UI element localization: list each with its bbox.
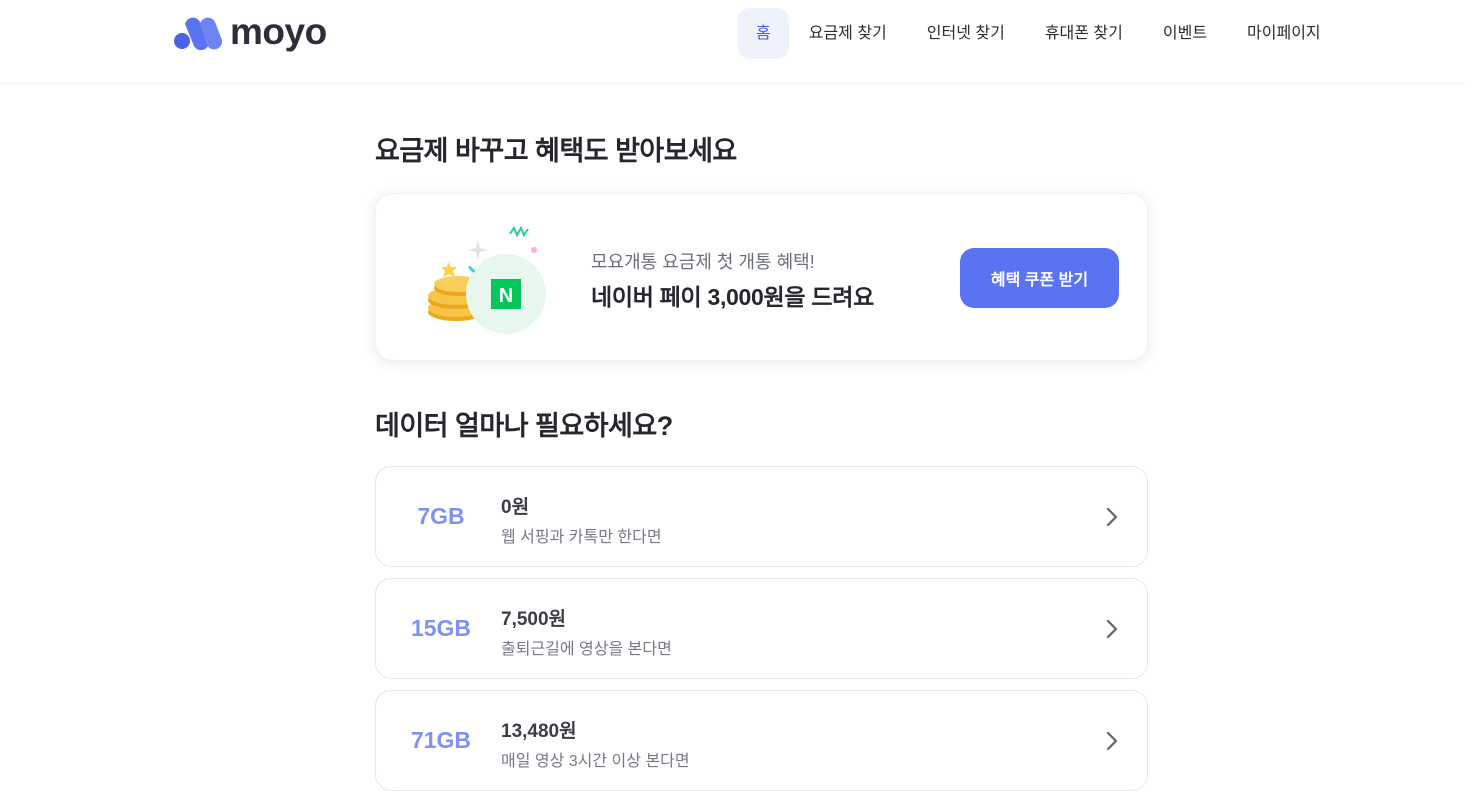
promo-card: N 모요개통 요금제 첫 개통 혜택! 네이버 페이 3,000원을 드려요 혜… <box>375 193 1148 361</box>
naver-badge-letter: N <box>499 285 513 307</box>
plan-description: 매일 영상 3시간 이상 본다면 <box>501 753 690 770</box>
plan-description: 웹 서핑과 카톡만 한다면 <box>501 529 662 546</box>
chevron-right-icon <box>1106 507 1118 527</box>
top-header: moyo 홈 요금제 찾기 인터넷 찾기 휴대폰 찾기 이벤트 마이페이지 <box>0 0 1465 84</box>
plan-data-amount: 15GB <box>410 615 472 641</box>
plan-card-15gb[interactable]: 15GB 7,500원 출퇴근길에 영상을 본다면 <box>375 578 1148 679</box>
chevron-right-icon <box>1106 619 1118 639</box>
nav-mypage[interactable]: 마이페이지 <box>1227 8 1341 59</box>
plan-price: 0원 <box>501 497 530 518</box>
promo-section-title: 요금제 바꾸고 혜택도 받아보세요 <box>375 136 737 166</box>
data-section-title: 데이터 얼마나 필요하세요? <box>375 411 673 441</box>
nav-find-internet[interactable]: 인터넷 찾기 <box>907 8 1025 59</box>
plan-data-amount: 7GB <box>417 503 465 529</box>
get-coupon-button[interactable]: 혜택 쿠폰 받기 <box>960 248 1119 308</box>
promo-headline: 네이버 페이 3,000원을 드려요 <box>591 284 874 310</box>
main-nav: 홈 요금제 찾기 인터넷 찾기 휴대폰 찾기 이벤트 마이페이지 <box>738 8 1341 59</box>
plan-price: 7,500원 <box>501 609 567 630</box>
nav-event[interactable]: 이벤트 <box>1143 8 1227 59</box>
plan-data-amount: 71GB <box>410 727 472 753</box>
plan-price: 13,480원 <box>501 721 577 742</box>
moyo-logo-icon <box>174 17 223 50</box>
nav-find-phone[interactable]: 휴대폰 찾기 <box>1025 8 1143 59</box>
logo-text: moyo <box>230 10 327 52</box>
plan-description: 출퇴근길에 영상을 본다면 <box>501 641 672 658</box>
nav-find-plan[interactable]: 요금제 찾기 <box>789 8 907 59</box>
chevron-right-icon <box>1106 731 1118 751</box>
nav-home[interactable]: 홈 <box>738 8 789 59</box>
plan-card-7gb[interactable]: 7GB 0원 웹 서핑과 카톡만 한다면 <box>375 466 1148 567</box>
moyo-logo[interactable]: moyo <box>173 10 327 52</box>
promo-subtitle: 모요개통 요금제 첫 개통 혜택! <box>591 252 815 272</box>
coins-naverpay-illustration: N <box>428 225 546 334</box>
plan-card-71gb[interactable]: 71GB 13,480원 매일 영상 3시간 이상 본다면 <box>375 690 1148 791</box>
